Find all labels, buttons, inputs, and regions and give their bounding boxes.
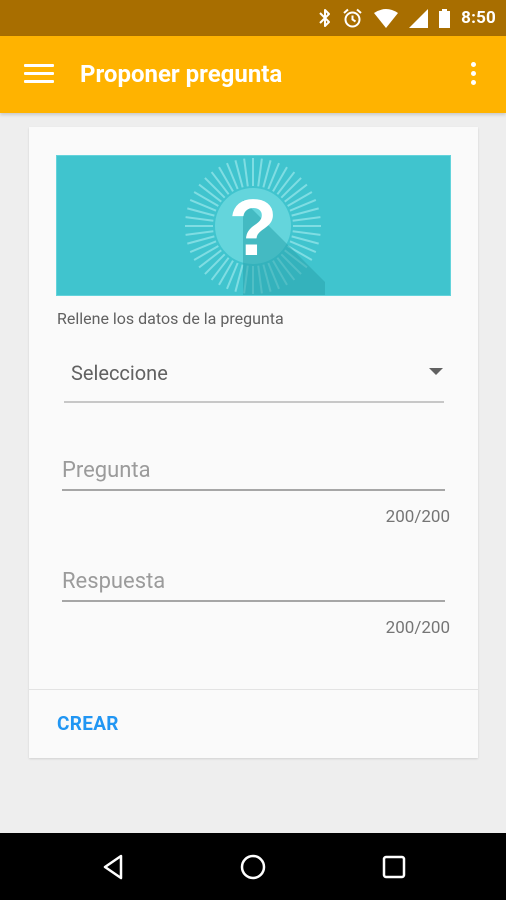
sunburst-ray bbox=[198, 249, 222, 269]
sunburst-ray bbox=[187, 207, 215, 217]
sunburst-ray bbox=[276, 171, 296, 195]
category-select-value: Seleccione bbox=[71, 361, 168, 385]
question-form-card: ? Rellene los datos de la pregunta Selec… bbox=[29, 127, 478, 758]
question-mark-glyph: ? bbox=[229, 183, 278, 272]
sunburst-ray bbox=[291, 235, 319, 245]
cell-signal-icon bbox=[409, 8, 429, 28]
battery-icon bbox=[439, 8, 451, 28]
answer-char-counter: 200/200 bbox=[385, 618, 450, 638]
page-title: Proponer pregunta bbox=[80, 60, 283, 88]
create-button[interactable]: CREAR bbox=[57, 712, 119, 735]
sunburst-ray bbox=[198, 183, 222, 203]
sunburst-ray bbox=[210, 257, 230, 281]
more-options-icon[interactable] bbox=[462, 60, 486, 88]
sunburst-ray bbox=[204, 177, 226, 199]
wifi-icon bbox=[374, 8, 399, 28]
sunburst-ray bbox=[185, 230, 214, 236]
sunburst-ray bbox=[292, 230, 321, 236]
status-bar: 8:50 bbox=[0, 0, 506, 36]
question-field[interactable] bbox=[62, 443, 445, 491]
status-time: 8:50 bbox=[461, 8, 496, 28]
answer-field[interactable] bbox=[62, 554, 445, 602]
home-icon[interactable] bbox=[238, 852, 268, 882]
menu-icon[interactable] bbox=[24, 62, 54, 86]
question-char-counter: 200/200 bbox=[385, 507, 450, 527]
app-bar: Proponer pregunta bbox=[0, 36, 506, 113]
sunburst-ray bbox=[204, 253, 226, 275]
question-banner: ? bbox=[56, 155, 451, 296]
question-mark-icon: ? bbox=[185, 158, 325, 295]
sunburst-ray bbox=[187, 235, 215, 245]
question-input[interactable] bbox=[62, 458, 445, 483]
sunburst-ray bbox=[185, 216, 214, 222]
bluetooth-icon bbox=[319, 9, 331, 27]
sunburst-ray bbox=[291, 207, 319, 217]
sunburst-ray bbox=[292, 216, 321, 222]
sunburst-ray bbox=[280, 177, 302, 199]
category-select[interactable]: Seleccione bbox=[64, 349, 444, 403]
divider bbox=[29, 689, 478, 690]
system-nav-bar bbox=[0, 833, 506, 900]
sunburst-ray bbox=[284, 183, 308, 203]
answer-input[interactable] bbox=[62, 569, 445, 594]
recents-icon[interactable] bbox=[379, 852, 409, 882]
dropdown-arrow-icon bbox=[429, 368, 443, 375]
alarm-icon bbox=[343, 8, 362, 27]
form-hint: Rellene los datos de la pregunta bbox=[57, 309, 284, 328]
back-icon[interactable] bbox=[99, 852, 129, 882]
status-icons: 8:50 bbox=[319, 0, 496, 36]
sunburst-ray bbox=[210, 171, 230, 195]
